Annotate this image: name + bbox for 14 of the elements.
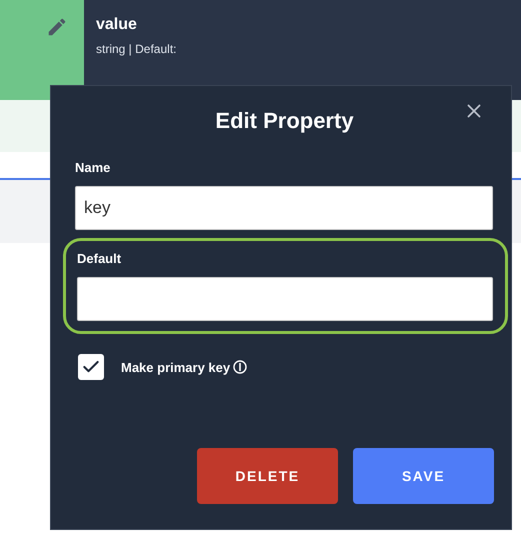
save-button[interactable]: SAVE — [353, 448, 494, 504]
checkbox[interactable] — [78, 354, 104, 380]
field-label: Name — [75, 160, 112, 175]
info-icon[interactable] — [233, 360, 248, 374]
input-field[interactable]: key — [75, 186, 493, 230]
edit-tile[interactable] — [0, 0, 84, 100]
property-details: string | Default: — [96, 42, 178, 56]
property-name: value — [96, 16, 138, 34]
checkbox-label: Make primary key — [121, 360, 230, 374]
pencil-icon — [46, 16, 68, 38]
input-field[interactable] — [77, 277, 493, 321]
delete-button[interactable]: DELETE — [197, 448, 338, 504]
dialog-title: Edit Property — [215, 108, 354, 134]
field-label: Default — [77, 251, 122, 266]
